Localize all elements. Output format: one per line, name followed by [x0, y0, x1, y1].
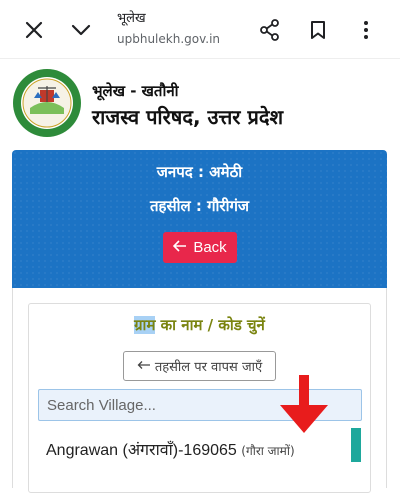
url-text: upbhulekh.gov.in [117, 32, 221, 46]
emblem-logo [12, 68, 82, 138]
choose-village-title: ग्राम का नाम / कोड चुनें [29, 315, 370, 335]
browser-toolbar: भूलेख upbhulekh.gov.in [0, 0, 400, 58]
arrow-down-icon [278, 375, 330, 435]
village-name: Angrawan (अंगरावाँ)-169065 [46, 442, 237, 459]
back-to-tehsil-label: तहसील पर वापस जाएँ [154, 360, 263, 375]
chevron-down-icon[interactable] [68, 17, 94, 43]
back-to-tehsil-button[interactable]: तहसील पर वापस जाएँ [123, 351, 276, 381]
header-subtitle: भूलेख - खतौनी [92, 82, 179, 100]
janpad-label: जनपद : अमेठी [156, 163, 243, 181]
tab-title: भूलेख [117, 11, 146, 26]
village-list-item[interactable]: Angrawan (अंगरावाँ)-169065 (गौरा जामों) [46, 438, 295, 460]
site-header: भूलेख - खतौनी राजस्व परिषद, उत्तर प्रदेश [0, 58, 400, 143]
share-icon[interactable] [257, 17, 283, 43]
more-vert-icon[interactable] [353, 17, 379, 43]
village-sub-name: (गौरा जामों) [241, 444, 295, 458]
title-highlight: ग्राम [134, 316, 156, 334]
arrow-left-icon [173, 239, 187, 256]
back-button-label: Back [193, 239, 227, 256]
back-button[interactable]: Back [163, 232, 237, 263]
tab-info: भूलेख upbhulekh.gov.in [117, 11, 220, 47]
scrollbar-thumb[interactable] [351, 428, 361, 462]
bookmark-icon[interactable] [305, 17, 331, 43]
location-card: जनपद : अमेठी तहसील : गौरीगंज Back [12, 150, 387, 288]
arrow-left-icon [137, 359, 151, 374]
tehsil-label: तहसील : गौरीगंज [149, 197, 250, 215]
header-title: राजस्व परिषद, उत्तर प्रदेश [92, 105, 284, 129]
close-icon[interactable] [21, 17, 47, 43]
title-rest: का नाम / कोड चुनें [155, 316, 265, 334]
